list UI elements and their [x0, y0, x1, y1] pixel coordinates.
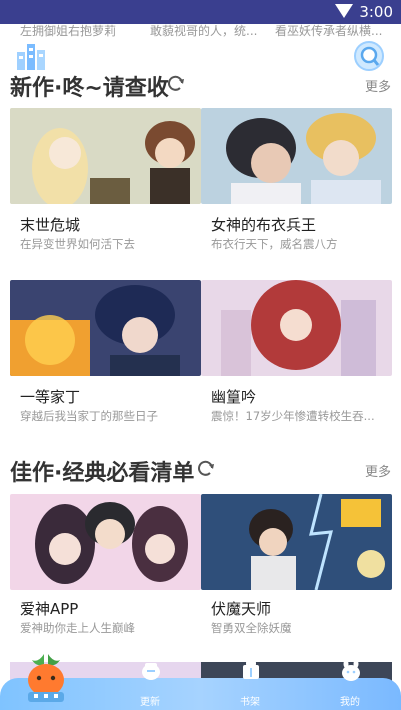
- comic-card[interactable]: 爱神APP 爱神助你走上人生巅峰: [10, 494, 201, 635]
- nav-item-bookshelf[interactable]: 书架: [220, 661, 280, 710]
- comic-title: 一等家丁: [20, 388, 81, 406]
- prev-desc-3: 看巫妖传承者纵横...: [275, 24, 383, 38]
- comic-title: 幽篁吟: [211, 388, 257, 406]
- section-title: 佳作·经典必看清单: [10, 461, 195, 486]
- comic-card[interactable]: 一等家丁 穿越后我当家丁的那些日子: [10, 280, 201, 423]
- section-header-new: 新作·咚~请查收 更多: [0, 66, 401, 102]
- section-title: 新作·咚~请查收: [10, 76, 169, 101]
- carrot-home-icon[interactable]: [22, 652, 70, 704]
- cover-image: [201, 108, 392, 204]
- comic-card[interactable]: 女神的布衣兵王 布衣行天下，威名震八方: [201, 108, 392, 251]
- refresh-icon[interactable]: [166, 74, 186, 94]
- status-bar: 3:00: [0, 0, 401, 24]
- comic-card[interactable]: 伏魔天师 智勇双全除妖魔: [201, 493, 392, 635]
- section-header-classic: 佳作·经典必看清单 更多: [0, 451, 401, 487]
- bookshelf-icon: [243, 661, 259, 679]
- more-link[interactable]: 更多: [365, 461, 391, 480]
- cover-image: [10, 280, 201, 376]
- cover-image: [201, 493, 392, 591]
- nav-item-profile[interactable]: 我的: [320, 660, 380, 710]
- comic-desc: 在异变世界如何活下去: [20, 237, 135, 251]
- comic-title: 爱神APP: [20, 600, 79, 618]
- comic-title: 末世危城: [20, 216, 81, 234]
- nav-item-update[interactable]: 更新: [120, 663, 180, 710]
- cover-image: [10, 108, 201, 208]
- refresh-icon[interactable]: [196, 459, 216, 479]
- comic-desc: 爱神助你走上人生巅峰: [20, 621, 135, 635]
- status-time: 3:00: [359, 3, 393, 21]
- comic-desc: 智勇双全除妖魔: [211, 621, 292, 635]
- cover-image: [10, 494, 201, 590]
- prev-desc-1: 左拥御姐右抱萝莉: [20, 24, 117, 38]
- comic-title: 女神的布衣兵王: [211, 216, 317, 234]
- comic-desc: 穿越后我当家丁的那些日子: [20, 409, 158, 423]
- update-icon: [142, 663, 160, 680]
- nav-label: 书架: [240, 697, 260, 708]
- wifi-icon: [335, 4, 353, 18]
- profile-icon: [342, 660, 360, 681]
- nav-label: 我的: [340, 697, 360, 708]
- cover-image: [201, 280, 392, 376]
- comic-card[interactable]: 末世危城 在异变世界如何活下去: [10, 108, 201, 251]
- prev-desc-2: 敢藐视哥的人，统...: [150, 24, 258, 38]
- comic-card[interactable]: 幽篁吟 震惊！17岁少年惨遭转校生吞...: [201, 280, 392, 423]
- comic-title: 伏魔天师: [211, 600, 272, 618]
- nav-label: 更新: [140, 697, 160, 708]
- comic-desc: 布衣行天下，威名震八方: [211, 237, 338, 251]
- previous-row: 左拥御姐右抱萝莉 敢藐视哥的人，统... 看巫妖传承者纵横...: [0, 22, 401, 38]
- more-link[interactable]: 更多: [365, 76, 391, 95]
- comic-desc: 震惊！17岁少年惨遭转校生吞...: [211, 409, 375, 423]
